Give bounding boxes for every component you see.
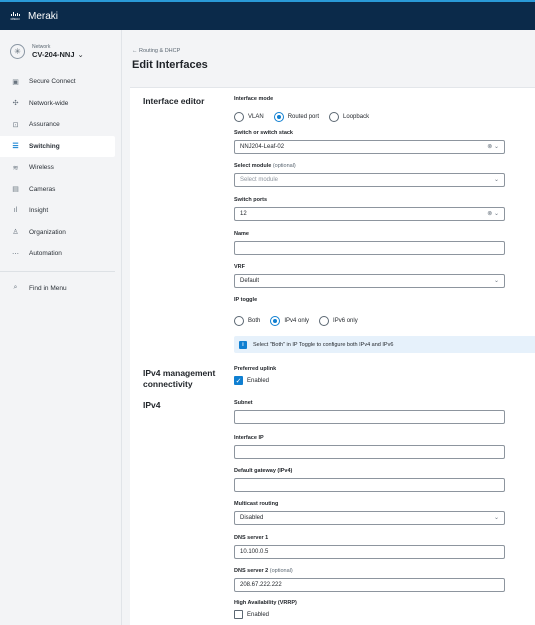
sidebar-item-organization[interactable]: ♙ Organization <box>0 222 121 244</box>
organization-icon: ♙ <box>12 229 19 237</box>
camera-icon: ▤ <box>12 186 19 194</box>
module-select[interactable]: Select module ⌄ <box>234 173 505 187</box>
sidebar-item-wireless[interactable]: ≋ Wireless <box>0 157 121 179</box>
network-selector[interactable]: ✳ Network CV-204-NNJ ⌄ <box>0 30 121 71</box>
sidebar-nav: ▣ Secure Connect ✣ Network-wide ⊡ Assurance… <box>0 71 121 265</box>
wifi-icon: ≋ <box>12 164 19 172</box>
info-icon: i <box>239 340 247 349</box>
ip-toggle-label: IP toggle <box>234 297 258 303</box>
preferred-uplink-checkbox[interactable]: ✓ Enabled <box>234 376 269 385</box>
multicast-select[interactable]: Disabled ⌄ <box>234 511 505 525</box>
multicast-label: Multicast routing <box>234 501 279 507</box>
radio-ipv4-only[interactable]: IPv4 only <box>270 316 309 326</box>
search-icon: ⌕ <box>13 284 18 292</box>
radio-routed-port[interactable]: Routed port <box>273 112 319 122</box>
dns2-label: DNS server 2 (optional) <box>234 568 293 574</box>
interface-mode-label: Interface mode <box>234 96 274 102</box>
sidebar: ✳ Network CV-204-NNJ ⌄ ▣ Secure Connect ✣ N… <box>0 30 122 625</box>
dns2-input[interactable]: 208.67.222.222 <box>234 578 505 592</box>
subnet-input[interactable] <box>234 410 505 424</box>
name-label: Name <box>234 231 249 237</box>
section-ipv4: IPv4 <box>143 400 161 410</box>
info-banner: i Select "Both" in IP Toggle to configure… <box>234 336 535 353</box>
cisco-logo-icon: cisco <box>7 11 23 21</box>
sidebar-item-network-wide[interactable]: ✣ Network-wide <box>0 93 121 115</box>
dns1-input[interactable]: 10.100.0.5 <box>234 545 505 559</box>
ip-toggle-radios: Both IPv4 only IPv6 only <box>234 316 368 326</box>
edit-interface-form: Interface editor Interface mode VLAN Rou… <box>130 87 535 625</box>
assurance-icon: ⊡ <box>12 121 19 129</box>
dns1-label: DNS server 1 <box>234 535 269 541</box>
radio-loopback[interactable]: Loopback <box>329 112 369 122</box>
brand-name: Meraki <box>28 10 59 22</box>
sidebar-item-switching[interactable]: ☰ Switching <box>0 135 115 157</box>
top-bar: cisco Meraki <box>0 0 535 30</box>
sidebar-item-automation[interactable]: ⋯ Automation <box>0 243 121 265</box>
switch-label: Switch or switch stack <box>234 130 293 136</box>
page-title: Edit Interfaces <box>132 59 208 71</box>
chevron-down-icon: ⌄ <box>77 50 84 59</box>
chevron-down-icon: ⌄ <box>493 278 499 284</box>
section-ipv4-management: IPv4 management connectivity <box>143 368 216 389</box>
find-in-menu[interactable]: ⌕ Find in Menu <box>0 278 121 300</box>
meraki-logo[interactable]: cisco Meraki <box>7 11 58 22</box>
check-icon: ✓ <box>234 376 243 385</box>
name-input[interactable] <box>234 241 505 255</box>
clear-chevron-icon: ⊗ ⌄ <box>487 211 499 217</box>
network-name: CV-204-NNJ <box>32 50 75 59</box>
interface-ip-label: Interface IP <box>234 435 264 441</box>
main-content: ← Routing & DHCP Edit Interfaces Interfa… <box>122 30 535 625</box>
switch-icon: ☰ <box>12 143 19 151</box>
sidebar-item-secure-connect[interactable]: ▣ Secure Connect <box>0 71 121 93</box>
shield-icon: ▣ <box>12 78 19 86</box>
radio-both[interactable]: Both <box>234 316 260 326</box>
vrf-select[interactable]: Default ⌄ <box>234 274 505 288</box>
network-icon: ✳ <box>10 44 25 59</box>
sidebar-item-cameras[interactable]: ▤ Cameras <box>0 179 121 201</box>
sidebar-item-insight[interactable]: ıl Insight <box>0 200 121 222</box>
vrrp-checkbox[interactable]: Enabled <box>234 610 269 619</box>
chevron-down-icon: ⌄ <box>493 515 499 521</box>
switch-ports-select[interactable]: 12 ⊗ ⌄ <box>234 207 505 221</box>
switch-ports-label: Switch ports <box>234 197 268 203</box>
gateway-input[interactable] <box>234 478 505 492</box>
network-icon: ✣ <box>12 100 19 108</box>
subnet-label: Subnet <box>234 400 253 406</box>
breadcrumb[interactable]: ← Routing & DHCP <box>132 48 180 54</box>
chart-icon: ıl <box>13 207 18 215</box>
radio-ipv6-only[interactable]: IPv6 only <box>319 316 358 326</box>
clear-chevron-icon: ⊗ ⌄ <box>487 144 499 150</box>
section-interface-editor: Interface editor <box>143 96 205 106</box>
vrrp-label: High Availability (VRRP) <box>234 600 297 606</box>
radio-vlan[interactable]: VLAN <box>234 112 264 122</box>
interface-mode-radios: VLAN Routed port Loopback <box>234 112 379 122</box>
vrf-label: VRF <box>234 264 245 270</box>
sidebar-divider <box>0 270 115 272</box>
module-label: Select module (optional) <box>234 163 296 169</box>
sidebar-item-assurance[interactable]: ⊡ Assurance <box>0 114 121 136</box>
automation-icon: ⋯ <box>12 250 19 258</box>
chevron-down-icon: ⌄ <box>493 177 499 183</box>
gateway-label: Default gateway (IPv4) <box>234 468 293 474</box>
switch-select[interactable]: NNJ204-Leaf-02 ⊗ ⌄ <box>234 140 505 154</box>
interface-ip-input[interactable] <box>234 445 505 459</box>
preferred-uplink-label: Preferred uplink <box>234 366 277 372</box>
